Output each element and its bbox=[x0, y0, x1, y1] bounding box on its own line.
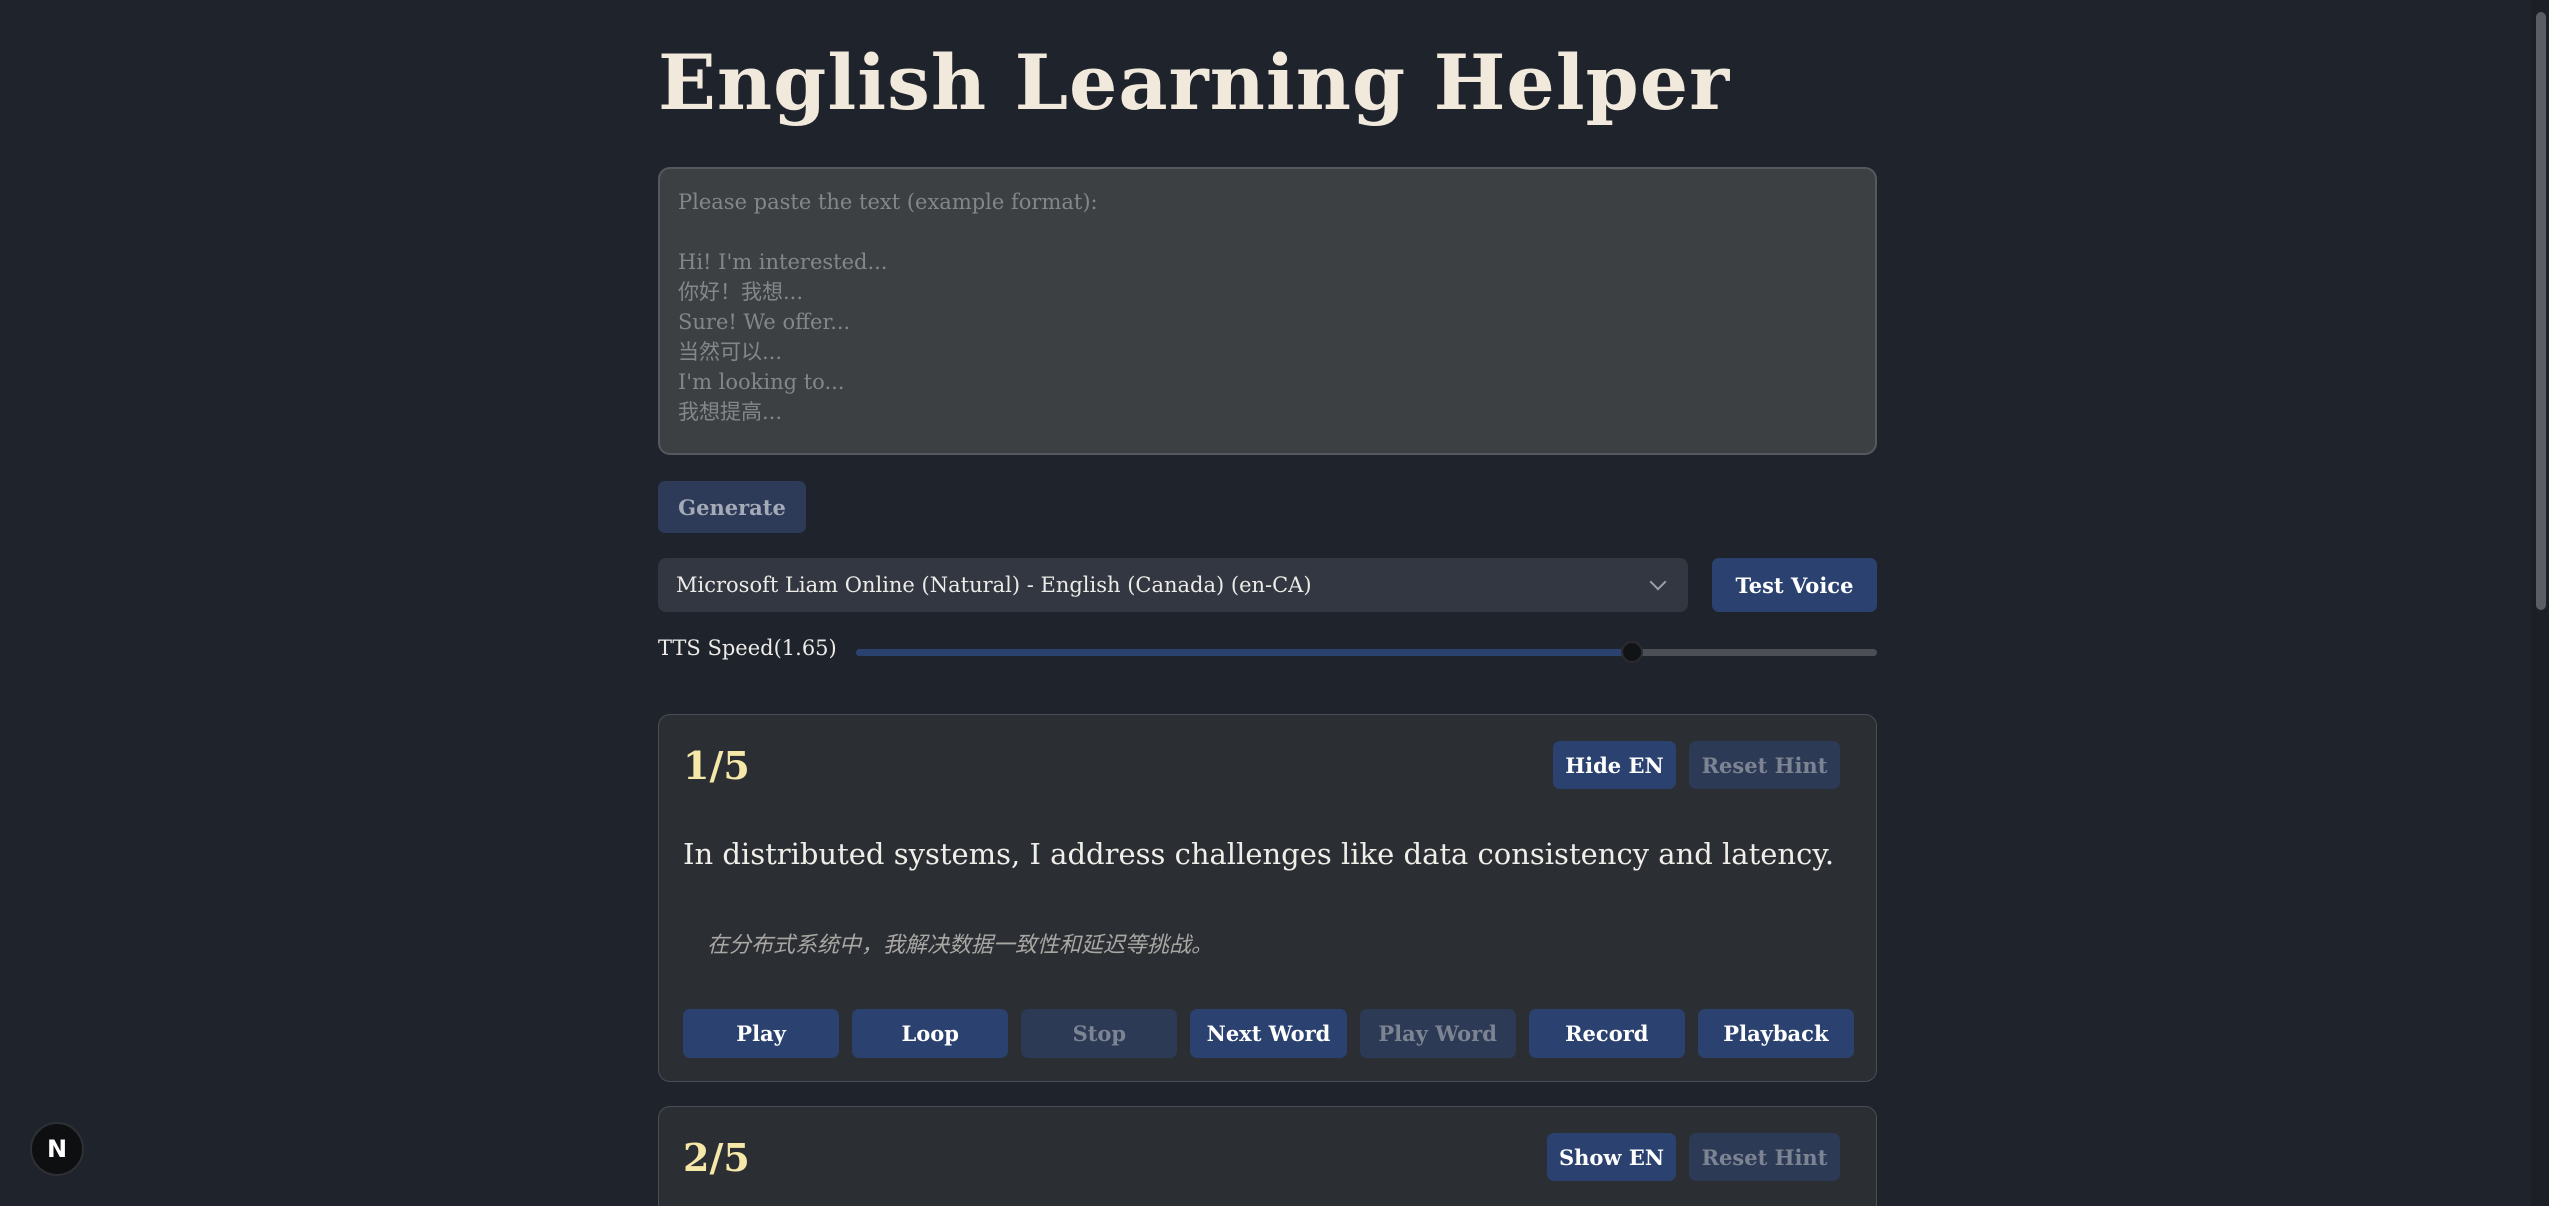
play-word-button[interactable]: Play Word bbox=[1359, 1009, 1516, 1058]
nextjs-dev-badge[interactable]: N bbox=[30, 1122, 84, 1176]
sentence-card: 2/5 Show EN Reset Hint bbox=[658, 1106, 1877, 1206]
playback-button[interactable]: Playback bbox=[1697, 1009, 1854, 1058]
card-counter: 1/5 bbox=[683, 743, 750, 788]
play-button[interactable]: Play bbox=[683, 1009, 840, 1058]
chinese-translation: 在分布式系统中，我解决数据一致性和延迟等挑战。 bbox=[707, 933, 1214, 958]
english-sentence: In distributed systems, I address challe… bbox=[683, 837, 1835, 871]
text-input[interactable] bbox=[658, 167, 1877, 455]
generate-button[interactable]: Generate bbox=[658, 481, 806, 533]
card-counter: 2/5 bbox=[683, 1135, 750, 1180]
voice-select-value: Microsoft Liam Online (Natural) - Englis… bbox=[676, 573, 1312, 597]
card-actions: Play Loop Stop Next Word Play Word Recor… bbox=[683, 1009, 1854, 1058]
page-title: English Learning Helper bbox=[658, 38, 1731, 127]
slider-fill bbox=[856, 649, 1632, 656]
tts-speed-label: TTS Speed(1.65) bbox=[658, 636, 837, 660]
loop-button[interactable]: Loop bbox=[852, 1009, 1009, 1058]
record-button[interactable]: Record bbox=[1528, 1009, 1685, 1058]
test-voice-button[interactable]: Test Voice bbox=[1712, 558, 1877, 612]
next-word-button[interactable]: Next Word bbox=[1190, 1009, 1347, 1058]
show-en-button[interactable]: Show EN bbox=[1547, 1133, 1676, 1181]
stop-button[interactable]: Stop bbox=[1021, 1009, 1178, 1058]
hide-en-button[interactable]: Hide EN bbox=[1553, 741, 1676, 789]
voice-select[interactable]: Microsoft Liam Online (Natural) - Englis… bbox=[658, 558, 1688, 612]
reset-hint-button[interactable]: Reset Hint bbox=[1689, 1133, 1840, 1181]
slider-thumb[interactable] bbox=[1620, 641, 1643, 663]
sentence-card: 1/5 Hide EN Reset Hint In distributed sy… bbox=[658, 714, 1877, 1082]
scrollbar-thumb[interactable] bbox=[2536, 12, 2546, 610]
chevron-down-icon bbox=[1649, 573, 1667, 591]
reset-hint-button[interactable]: Reset Hint bbox=[1689, 741, 1840, 789]
page-scrollbar[interactable] bbox=[2531, 0, 2549, 1206]
page: English Learning Helper Generate Microso… bbox=[0, 0, 2549, 1206]
tts-speed-slider[interactable] bbox=[856, 641, 1877, 663]
